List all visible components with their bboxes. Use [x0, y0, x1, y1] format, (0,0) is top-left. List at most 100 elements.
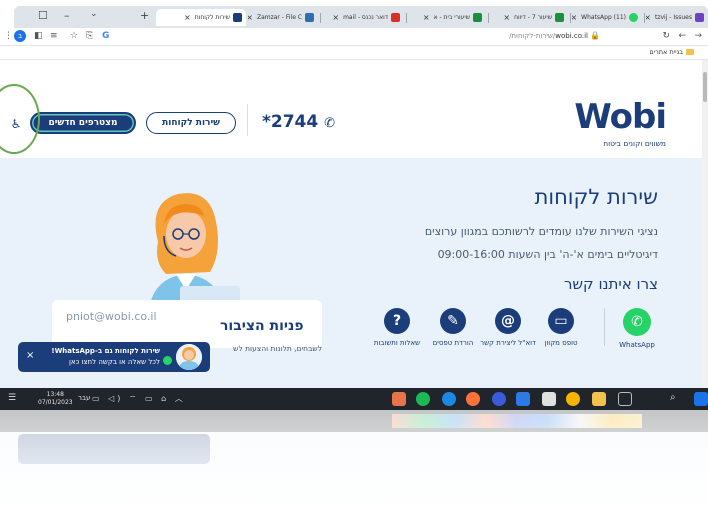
- tab-separator: [488, 13, 489, 23]
- tab-zamzar[interactable]: Zamzar - File C ×: [248, 9, 318, 26]
- mail-icon[interactable]: [516, 392, 530, 406]
- windows-start-icon[interactable]: [694, 392, 708, 406]
- close-tab-icon[interactable]: ×: [423, 13, 430, 22]
- app-icon[interactable]: [492, 392, 506, 406]
- close-tab-icon[interactable]: ×: [184, 13, 191, 22]
- laptop-icon: ▭: [548, 308, 574, 334]
- minimize-icon[interactable]: –: [64, 9, 70, 22]
- gmail-favicon-icon: [391, 13, 400, 22]
- language-indicator[interactable]: עבר: [78, 394, 90, 402]
- tab-title: שיעורי בית - א: [433, 14, 470, 21]
- url-field[interactable]: /שירות-לקוחות/wobi.co.il: [509, 32, 588, 40]
- system-tray[interactable]: ▭ ◁) ⌔ ▭ ⌂ ︿: [92, 393, 186, 404]
- menu-dots-icon[interactable]: ⋮: [4, 31, 13, 41]
- tab-separator: [406, 13, 407, 23]
- edge-icon[interactable]: [442, 392, 456, 406]
- folder-icon: [686, 49, 694, 55]
- contact-label: הורדת טפסים: [432, 339, 474, 347]
- reflection-effect: [0, 410, 708, 506]
- reload-icon[interactable]: ↻: [662, 31, 670, 41]
- tab-homework[interactable]: שיעורי בית - א ×: [408, 9, 486, 26]
- download-form-icon: ✎: [440, 308, 466, 334]
- contact-label: דוא"ל ליצירת קשר: [480, 339, 536, 347]
- public-inquiries-email[interactable]: pniot@wobi.co.il: [66, 310, 157, 323]
- contact-faq[interactable]: ? שאלות ותשובות: [368, 308, 426, 348]
- tab-title: Zamzar - File C: [256, 14, 302, 21]
- close-tab-icon[interactable]: ×: [248, 13, 253, 22]
- search-icon[interactable]: ⌕: [670, 392, 676, 403]
- bookmark-label: בניית אתרים: [649, 48, 683, 56]
- address-bar: ⋮ ב ◧ ≡ ☆ ⎘ G /שירות-לקוחות/wobi.co.il 🔒…: [0, 28, 708, 46]
- page-title: שירות לקוחות: [534, 185, 658, 209]
- new-customers-button[interactable]: מצטרפים חדשים: [30, 112, 136, 134]
- contact-email[interactable]: @ דוא"ל ליצירת קשר: [479, 308, 537, 348]
- close-tab-icon[interactable]: ×: [332, 13, 339, 22]
- reading-list-icon[interactable]: ≡: [50, 31, 58, 41]
- taskbar-clock[interactable]: 13:48 07/01/2023: [38, 391, 73, 407]
- scrollbar-thumb[interactable]: [703, 72, 707, 102]
- contact-label: WhatsApp: [619, 341, 655, 349]
- tab-issues[interactable]: tzvij - Issues ×: [646, 9, 708, 26]
- file-explorer-icon[interactable]: [592, 392, 606, 406]
- firefox-icon[interactable]: [466, 392, 480, 406]
- wobi-logo[interactable]: Wobi: [574, 100, 667, 134]
- whatsapp-icon: [163, 356, 172, 365]
- contact-whatsapp[interactable]: ✆ WhatsApp: [608, 308, 666, 350]
- phone-number[interactable]: *2744 ✆: [262, 112, 335, 132]
- back-arrow-icon[interactable]: ←: [678, 31, 686, 41]
- close-tab-icon[interactable]: ×: [572, 13, 577, 22]
- tab-lesson[interactable]: שיעור 7 - דיווח ×: [490, 9, 568, 26]
- store-icon[interactable]: [542, 392, 556, 406]
- contact-online-form[interactable]: ▭ טופס מקוון: [532, 308, 590, 348]
- close-icon[interactable]: ×: [26, 350, 34, 361]
- tab-active[interactable]: שירות לקוחות ×: [156, 9, 246, 26]
- browser-tab-bar: ☐ – ⌄ + שירות לקוחות × Zamzar - File C ×…: [14, 6, 708, 28]
- whatsapp-icon: ✆: [623, 308, 651, 336]
- contact-download-forms[interactable]: ✎ הורדת טפסים: [424, 308, 482, 348]
- profile-avatar[interactable]: ב: [14, 30, 26, 42]
- whatsapp-favicon-icon: [629, 13, 638, 22]
- customer-service-button[interactable]: שירות לקוחות: [146, 112, 236, 134]
- hero-text-line-2: דיגיטליים בימים א'-ה' בין השעות 09:00-16…: [437, 248, 658, 261]
- zamzar-favicon-icon: [305, 13, 314, 22]
- close-window-icon[interactable]: ☐: [38, 9, 48, 22]
- contact-separator: [604, 308, 605, 346]
- tab-title: שיעור 7 - דיווח: [514, 14, 552, 21]
- whatsapp-popup[interactable]: × שירות לקוחות גם ב-WhatsApp! לכל שאלה א…: [18, 342, 210, 372]
- email-icon: @: [495, 308, 521, 334]
- bookmarks-bar: בניית אתרים: [0, 46, 708, 60]
- issues-favicon-icon: [695, 13, 704, 22]
- google-icon[interactable]: G: [102, 31, 109, 41]
- lock-icon[interactable]: 🔒: [590, 31, 600, 40]
- new-tab-button[interactable]: +: [140, 9, 149, 22]
- phone-number-text: *2744: [262, 112, 319, 132]
- tab-whatsapp[interactable]: (11) WhatsApp ×: [572, 9, 642, 26]
- drive-favicon-icon: [473, 13, 482, 22]
- chrome-icon[interactable]: [566, 392, 580, 406]
- hero-text-line-1: נציגי השירות שלנו עומדים לרשותכם במגוון …: [424, 225, 658, 238]
- forward-arrow-icon[interactable]: →: [694, 31, 702, 41]
- photos-app-icon[interactable]: [392, 392, 406, 406]
- windows-taskbar: ☰ 13:48 07/01/2023 עבר ▭ ◁) ⌔ ▭ ⌂ ︿ ⌕: [0, 388, 708, 410]
- bookmark-star-icon[interactable]: ☆: [70, 31, 78, 41]
- sidebar-icon[interactable]: ◧: [34, 31, 43, 41]
- task-view-icon[interactable]: [618, 392, 632, 406]
- clock-date: 07/01/2023: [38, 399, 73, 406]
- chevron-down-icon[interactable]: ⌄: [90, 9, 98, 19]
- notification-icon[interactable]: ☰: [8, 393, 16, 403]
- tab-title: דואר נכנס - mail: [343, 14, 388, 21]
- extension-icon[interactable]: ⎘: [86, 31, 93, 41]
- agent-avatar: [176, 344, 202, 370]
- close-tab-icon[interactable]: ×: [646, 13, 651, 22]
- wobi-favicon-icon: [233, 13, 242, 22]
- question-icon: ?: [384, 308, 410, 334]
- spotify-icon[interactable]: [416, 392, 430, 406]
- contact-label: שאלות ותשובות: [373, 339, 421, 347]
- public-inquiries-title: פניות הציבור: [220, 318, 304, 334]
- bookmark-item[interactable]: בניית אתרים: [649, 48, 694, 56]
- scrollbar[interactable]: [702, 60, 708, 390]
- url-path: /שירות-לקוחות/: [509, 32, 556, 40]
- tab-separator: [644, 13, 645, 23]
- tab-mail[interactable]: דואר נכנס - mail ×: [322, 9, 404, 26]
- close-tab-icon[interactable]: ×: [503, 13, 510, 22]
